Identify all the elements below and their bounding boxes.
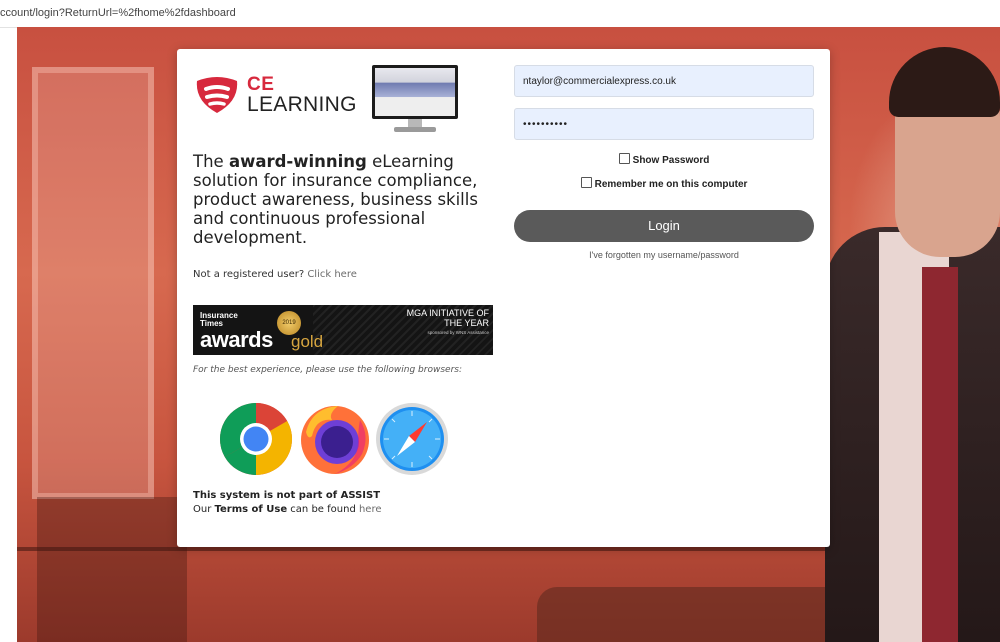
show-password-checkbox[interactable] [618,153,630,164]
remember-me-label[interactable]: Remember me on this computer [595,179,748,190]
tagline-highlight: award-winning [228,152,367,171]
remember-me-row: Remember me on this computer [514,177,814,190]
terms-link[interactable]: here [359,504,382,515]
login-button[interactable]: Login [514,210,814,242]
logo-ce-text: CE [247,74,275,95]
award-gold-word: gold [291,332,324,351]
username-input[interactable] [514,65,814,97]
address-bar[interactable]: ccount/login?ReturnUrl=%2fhome%2fdashboa… [0,0,1000,28]
forgot-password-link[interactable]: I've forgotten my username/password [514,250,814,260]
award-year-medal: 2019 [277,311,301,335]
terms-of-use-label: Terms of Use [214,504,288,515]
assist-notice: This system is not part of ASSIST [193,490,381,501]
register-prompt: Not a registered user? Click here [193,269,357,280]
monitor-illustration [372,65,458,137]
ce-logo-icon [196,77,238,113]
logo-learning-text: LEARNING [247,93,357,116]
chrome-icon [219,403,293,475]
award-awards-word: awards [200,327,273,352]
register-link[interactable]: Click here [307,269,357,280]
safari-icon [376,403,448,475]
award-title-line1: MGA INITIATIVE OF [406,308,489,318]
tagline: The award-winning eLearning solution for… [193,152,478,247]
ce-learning-logo: CE LEARNING [195,74,357,116]
award-sponsor: sponsored by WNS Assistance [427,330,489,335]
show-password-label[interactable]: Show Password [633,155,710,166]
remember-me-checkbox[interactable] [580,177,592,188]
award-title-line2: THE YEAR [444,318,489,328]
browsers-note: For the best experience, please use the … [193,365,462,375]
address-bar-url: ccount/login?ReturnUrl=%2fhome%2fdashboa… [0,7,236,19]
password-input[interactable] [514,108,814,140]
terms-notice: Our Terms of Use can be found here [193,504,382,515]
login-card: CE LEARNING The award-winning eLearning … [177,49,830,547]
award-banner: Insurance Times awards gold 2019 MGA INI… [193,305,493,355]
firefox-icon [301,406,369,474]
show-password-row: Show Password [514,153,814,166]
